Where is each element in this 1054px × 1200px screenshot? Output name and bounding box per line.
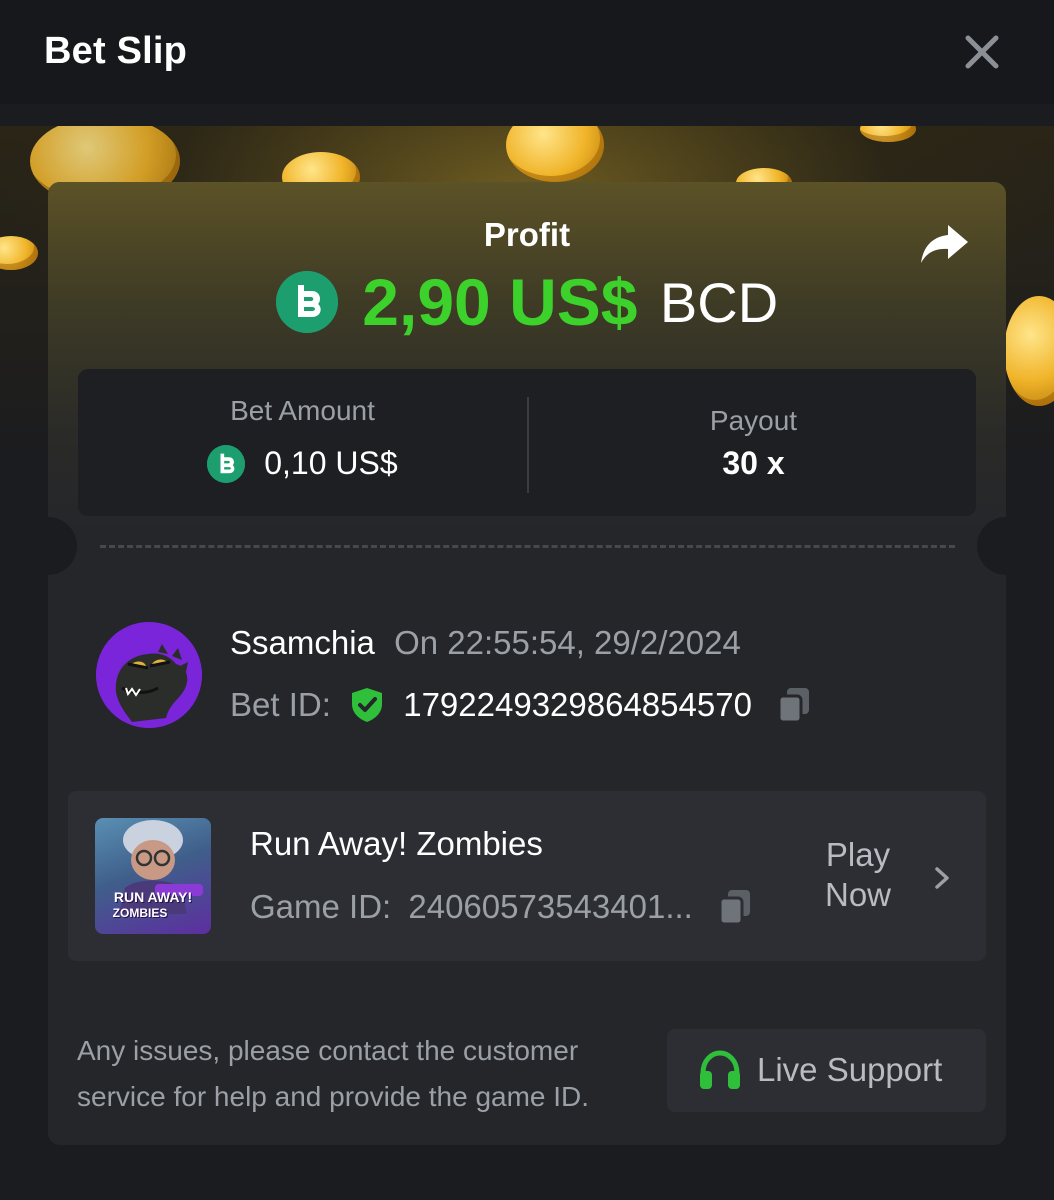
- bet-id-value: 1792249329864854570: [403, 686, 752, 724]
- coin-decoration: [506, 126, 604, 182]
- avatar: [96, 622, 202, 728]
- header-bar: Bet Slip: [0, 0, 1054, 104]
- coin-decoration: [860, 126, 916, 142]
- bet-id-label: Bet ID:: [230, 686, 331, 724]
- bet-id-line: Bet ID: 1792249329864854570: [230, 684, 811, 724]
- bet-time: On 22:55:54, 29/2/2024: [394, 624, 741, 662]
- bet-amount-value: 0,10 US$: [264, 445, 398, 482]
- shield-check-icon: [352, 688, 383, 723]
- profit-currency: BCD: [659, 270, 779, 334]
- share-icon[interactable]: [918, 222, 970, 266]
- help-text: Any issues, please contact the customer …: [77, 1035, 590, 1112]
- close-icon[interactable]: [962, 32, 1002, 72]
- profit-label: Profit: [483, 216, 571, 253]
- chevron-right-icon[interactable]: [930, 863, 954, 893]
- bet-amount-row: 0,10 US$: [78, 443, 527, 483]
- game-id-label: Game ID:: [250, 888, 392, 926]
- headset-icon: [700, 1050, 740, 1089]
- live-support-button[interactable]: Live Support: [667, 1029, 986, 1112]
- page-title: Bet Slip: [44, 30, 188, 72]
- profit-row: 2,90 US$ BCD: [48, 264, 1006, 344]
- bcd-coin-icon: [207, 444, 246, 483]
- bet-stats-panel: Bet Amount 0,10 US$ Payout 30 x: [78, 369, 976, 516]
- coin-decoration: [0, 236, 38, 270]
- payout-value: 30 x: [722, 445, 785, 481]
- bet-amount-label: Bet Amount: [230, 395, 375, 426]
- live-support-label: Live Support: [757, 1051, 943, 1088]
- thumb-title-2: ZOMBIES: [112, 906, 168, 920]
- bcd-coin-icon: [275, 271, 338, 333]
- game-thumbnail[interactable]: RUN AWAY! ZOMBIES: [95, 818, 211, 934]
- game-row[interactable]: RUN AWAY! ZOMBIES Run Away! Zombies Game…: [68, 791, 986, 961]
- game-id-value: 24060573543401...: [408, 888, 693, 926]
- game-id-line: Game ID: 24060573543401...: [250, 886, 752, 926]
- profit-amount: 2,90 US$: [362, 265, 638, 339]
- bet-amount-stat: Bet Amount 0,10 US$: [78, 369, 527, 516]
- payout-label: Payout: [709, 405, 798, 436]
- bet-slip-card: Profit 2,90 US$ BCD Bet Amount 0,10 US$ …: [48, 182, 1006, 1145]
- game-name[interactable]: Run Away! Zombies: [250, 825, 543, 863]
- payout-stat: Payout 30 x: [529, 369, 978, 516]
- user-line: Ssamchia On 22:55:54, 29/2/2024: [230, 622, 741, 662]
- username[interactable]: Ssamchia: [230, 624, 375, 662]
- ticket-divider: [100, 545, 955, 548]
- copy-icon[interactable]: [777, 686, 811, 724]
- thumb-title-1: RUN AWAY!: [113, 889, 193, 905]
- copy-icon[interactable]: [718, 888, 752, 926]
- play-now-button[interactable]: Play Now: [808, 835, 908, 915]
- coin-decoration: [1004, 296, 1054, 406]
